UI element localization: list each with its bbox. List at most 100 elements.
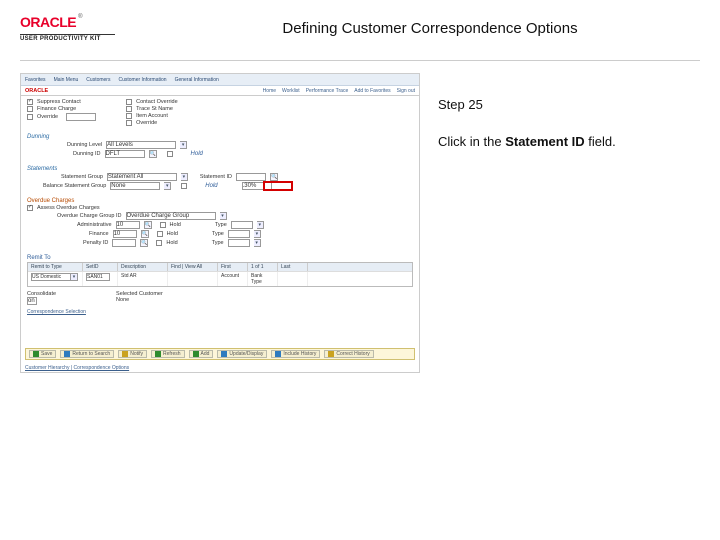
breadcrumb-item[interactable]: Customer Information [118,77,166,83]
dropdown-icon[interactable]: ▾ [257,221,264,229]
return-button[interactable]: Return to Search [60,350,114,358]
assess-overdue-check[interactable] [27,205,33,211]
remit-type-field[interactable]: US Domestic [31,273,71,281]
dropdown-icon[interactable]: ▾ [164,182,171,190]
dropdown-icon[interactable]: ▾ [180,141,187,149]
notify-button[interactable]: Notify [118,350,147,358]
trademark: ® [78,14,82,20]
dunning-id-select[interactable]: DFLT [105,150,145,158]
content-area: Favorites Main Menu Customers Customer I… [0,61,720,373]
include-history-button[interactable]: Include History [271,350,320,358]
type-field[interactable] [228,239,250,247]
app-screenshot: Favorites Main Menu Customers Customer I… [20,73,420,373]
finance-charge-check[interactable] [27,106,33,112]
check-label: Override [37,114,58,120]
breadcrumb-item[interactable]: Customers [86,77,110,83]
none-text: None [116,297,129,303]
refresh-button[interactable]: Refresh [151,350,185,358]
overdue-group-select[interactable]: Overdue Charge Group [126,212,216,220]
dropdown-icon[interactable]: ▾ [71,273,78,281]
add-button[interactable]: Add [189,350,214,358]
btn-label: Notify [130,351,143,357]
dropdown-icon[interactable]: ▾ [254,230,261,238]
update-icon [221,351,227,357]
statement-group-select[interactable]: Statement All [107,173,177,181]
finance-field[interactable]: 10 [113,230,137,238]
dropdown-icon[interactable]: ▾ [181,173,188,181]
tracename-check[interactable] [126,106,132,112]
contact-override-check[interactable] [126,99,132,105]
breadcrumb-item[interactable]: Main Menu [54,77,79,83]
app-brand-word: ORACLE [25,88,48,94]
instruction-prefix: Click in the [438,134,505,149]
app-toolbar-links: Home Worklist Performance Trace Add to F… [263,88,415,94]
app-footer-buttons: Save Return to Search Notify Refresh Add… [25,348,415,360]
pen-hold-check[interactable] [156,240,162,246]
col-head: Last [278,263,308,271]
balance-group-select[interactable]: None [110,182,160,190]
lookup-icon[interactable]: 🔍 [149,150,157,158]
type-field[interactable] [228,230,250,238]
btn-label: Save [41,351,52,357]
correspondence-link[interactable]: Correspondence Selection [27,309,86,315]
type-field[interactable] [231,221,253,229]
suppress-contact-check[interactable] [27,99,33,105]
worklist-link[interactable]: Worklist [282,88,300,94]
statement-group-label: Statement Group [61,174,103,180]
logo-divider [20,34,115,35]
step-label: Step 25 [438,97,700,112]
add-favorites-link[interactable]: Add to Favorites [354,88,390,94]
hold-label: Hold [170,222,181,228]
breadcrumb-item[interactable]: General Information [175,77,219,83]
perf-trace-link[interactable]: Performance Trace [306,88,349,94]
update-button[interactable]: Update/Display [217,350,267,358]
item-account-check[interactable] [126,113,132,119]
col-head: Description [118,263,168,271]
finance-label: Finance [89,231,109,237]
dropdown-icon[interactable]: ▾ [254,239,261,247]
type-label: Type [212,240,224,246]
admin-hold-check[interactable] [160,222,166,228]
fin-hold-check[interactable] [157,231,163,237]
override2-check[interactable] [126,120,132,126]
dunning-level-select[interactable]: All Levels [106,141,176,149]
setid-field[interactable]: SAN01 [86,273,110,281]
btn-label: Update/Display [229,351,263,357]
correct-history-button[interactable]: Correct History [324,350,373,358]
dunning-hold-check[interactable] [167,151,173,157]
penalty-field[interactable] [112,239,136,247]
override-check[interactable] [27,114,33,120]
remit-grid: Remit to Type SetID Description Find | V… [27,262,413,287]
highlight-rectangle [263,181,293,191]
remit-title: Remit To [27,255,413,261]
general-checks: Suppress Contact Finance Charge Override… [21,96,419,129]
lookup-icon[interactable]: 🔍 [140,239,148,247]
desc-cell: Std AR [118,272,168,286]
overdue-group-label: Overdue Charge Group ID [57,213,122,219]
notify-icon [122,351,128,357]
home-link[interactable]: Home [263,88,276,94]
instructions-panel: Step 25 Click in the Statement ID field. [438,73,700,149]
admin-field[interactable]: 10 [116,221,140,229]
oracle-logo: ORACLE® USER PRODUCTIVITY KIT [20,14,120,42]
instruction-suffix: field. [585,134,616,149]
breadcrumb-item[interactable]: Favorites [25,77,46,83]
instruction-bold: Statement ID [505,134,584,149]
logo-subtitle: USER PRODUCTIVITY KIT [20,36,120,42]
lookup-icon[interactable]: 🔍 [270,173,278,181]
subfooter-link[interactable]: Customer Hierarchy | Correspondence Opti… [25,365,129,371]
save-button[interactable]: Save [29,350,56,358]
overdue-title: Overdue Charges [27,198,413,204]
dropdown-icon[interactable]: ▾ [220,212,227,220]
signout-link[interactable]: Sign out [397,88,415,94]
consolidate-field[interactable]: on [27,297,37,305]
hold-label: Hold [205,183,217,189]
lookup-icon[interactable]: 🔍 [144,221,152,229]
balance-group-label: Balance Statement Group [43,183,106,189]
btn-label: Add [201,351,210,357]
override-field[interactable] [66,113,96,121]
lookup-icon[interactable]: 🔍 [141,230,149,238]
statement-id-field[interactable] [236,173,266,181]
bal-hold-check[interactable] [181,183,187,189]
check-label: Suppress Contact [37,99,81,105]
